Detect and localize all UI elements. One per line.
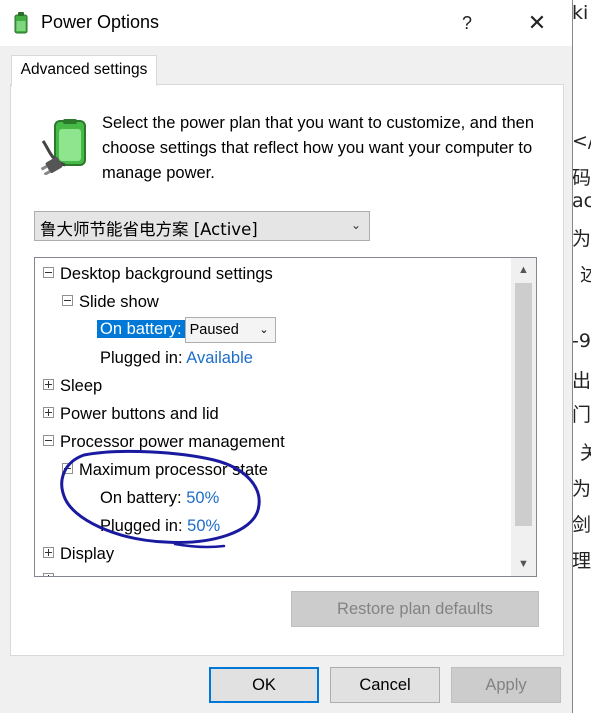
- bg-text: 出: [572, 370, 591, 392]
- collapse-icon[interactable]: [43, 267, 54, 279]
- setting-label: Plugged in:: [100, 517, 183, 535]
- select-value: Paused: [189, 322, 239, 338]
- tree-item-power-buttons[interactable]: Power buttons and lid: [43, 402, 219, 426]
- bg-text: </: [572, 130, 591, 152]
- scroll-up-arrow-icon[interactable]: ▲: [511, 258, 536, 282]
- collapse-icon[interactable]: [43, 435, 54, 447]
- vertical-scrollbar[interactable]: ▲ ▼: [511, 258, 536, 576]
- tree-item-label: Power buttons and lid: [60, 405, 219, 423]
- help-button[interactable]: ?: [452, 8, 482, 38]
- tree-item-label: Desktop background settings: [60, 265, 273, 283]
- power-plan-dropdown[interactable]: 鲁大师节能省电方案 [Active] ⌄: [34, 211, 370, 241]
- setting-value-link[interactable]: 50%: [187, 517, 220, 535]
- tree-item-desktop-background[interactable]: Desktop background settings: [43, 262, 273, 286]
- restore-defaults-button[interactable]: Restore plan defaults: [291, 591, 539, 627]
- tree-item-label: Processor power management: [60, 433, 285, 451]
- tree-item-label: Display: [60, 545, 115, 563]
- tree-item-max-processor-state[interactable]: Maximum processor state: [62, 458, 268, 482]
- collapse-icon[interactable]: [62, 295, 73, 307]
- power-options-dialog: Power Options ? ✕ Advanced settings Sele…: [0, 0, 573, 713]
- setting-value-link[interactable]: 50%: [186, 489, 219, 507]
- settings-panel: Select the power plan that you want to c…: [10, 84, 564, 656]
- slide-show-battery-select[interactable]: Paused ⌄: [184, 317, 276, 343]
- scroll-down-arrow-icon[interactable]: ▼: [511, 552, 536, 576]
- bg-text: 门: [572, 404, 591, 426]
- title-bar[interactable]: Power Options ? ✕: [0, 0, 572, 46]
- chevron-down-icon: ⌄: [259, 324, 269, 336]
- ok-button[interactable]: OK: [209, 667, 319, 703]
- bg-text: 剑: [572, 514, 591, 536]
- bg-text: -9: [572, 330, 591, 352]
- bg-text: ac: [572, 190, 591, 212]
- tree-item-label: Maximum processor state: [79, 461, 268, 479]
- bg-text: 述: [580, 264, 591, 286]
- tree-item-slide-on-battery[interactable]: On battery: Paused ⌄: [97, 317, 276, 343]
- tab-advanced-settings[interactable]: Advanced settings: [11, 55, 157, 86]
- setting-value-link[interactable]: Available: [186, 349, 253, 367]
- apply-button[interactable]: Apply: [451, 667, 561, 703]
- background-window-strip: ki </ 码 ac 为 述 -9 出 门 关 为 剑 理: [572, 0, 591, 713]
- tree-item-partial: [43, 568, 60, 576]
- tree-item-max-on-battery[interactable]: On battery: 50%: [100, 486, 219, 510]
- expand-icon: [43, 573, 54, 576]
- tree-item-max-plugged-in[interactable]: Plugged in: 50%: [100, 514, 220, 538]
- bg-text: ki: [572, 2, 589, 24]
- bg-text: 为: [572, 478, 591, 500]
- battery-plug-icon: [40, 119, 86, 175]
- expand-icon[interactable]: [43, 407, 54, 419]
- expand-icon[interactable]: [43, 379, 54, 391]
- tree-item-display[interactable]: Display: [43, 542, 114, 566]
- tree-item-slide-show[interactable]: Slide show: [62, 290, 159, 314]
- expand-icon[interactable]: [43, 547, 54, 559]
- settings-tree[interactable]: Desktop background settings Slide show O…: [34, 257, 537, 577]
- power-options-icon: [14, 12, 28, 34]
- setting-label-selected: On battery:: [97, 320, 185, 339]
- bg-text: 关: [580, 442, 591, 464]
- window-title: Power Options: [41, 12, 160, 32]
- collapse-icon[interactable]: [62, 463, 73, 475]
- close-button[interactable]: ✕: [520, 8, 554, 38]
- setting-label: On battery:: [100, 489, 182, 507]
- bg-text: 理: [572, 550, 591, 572]
- setting-label: Plugged in:: [100, 349, 183, 367]
- bg-text: 码: [572, 167, 591, 189]
- tree-item-processor-power[interactable]: Processor power management: [43, 430, 285, 454]
- power-plan-selected: 鲁大师节能省电方案 [Active]: [40, 220, 258, 239]
- tree-item-label: Sleep: [60, 377, 103, 395]
- cancel-button[interactable]: Cancel: [330, 667, 440, 703]
- scrollbar-thumb[interactable]: [515, 283, 532, 526]
- tree-item-label: Slide show: [79, 293, 159, 311]
- tree-item-slide-plugged-in[interactable]: Plugged in: Available: [100, 346, 253, 370]
- tree-item-sleep[interactable]: Sleep: [43, 374, 102, 398]
- instruction-text: Select the power plan that you want to c…: [102, 114, 535, 182]
- bg-text: 为: [572, 228, 591, 250]
- chevron-down-icon: ⌄: [350, 218, 361, 232]
